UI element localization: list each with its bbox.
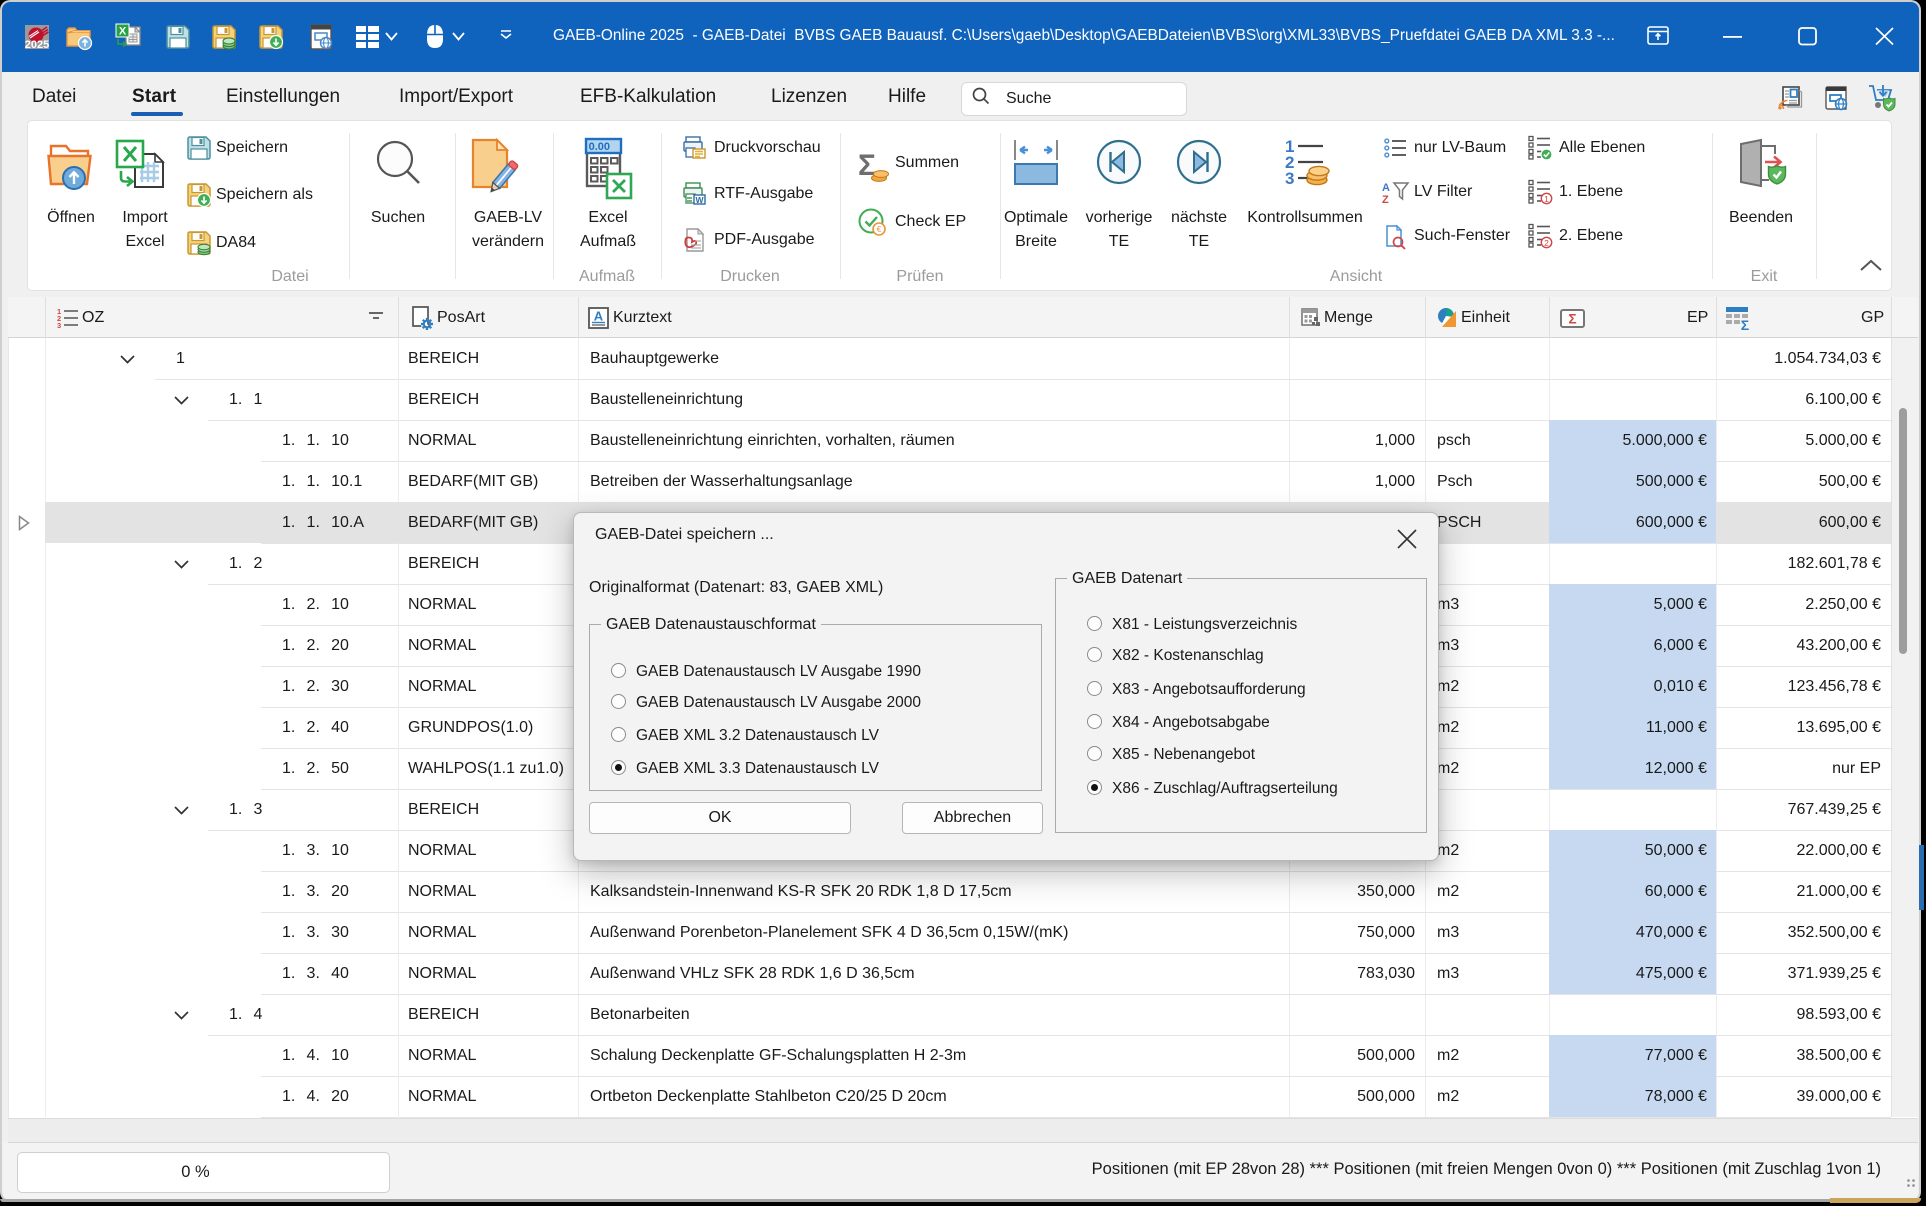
svg-text:3: 3 bbox=[1285, 169, 1294, 188]
svg-text:Z: Z bbox=[1382, 194, 1389, 206]
svg-text:Σ: Σ bbox=[1568, 312, 1576, 327]
svg-text:2025: 2025 bbox=[25, 39, 49, 51]
svg-text:W: W bbox=[695, 195, 704, 205]
svg-text:€: € bbox=[877, 225, 882, 234]
svg-text:A: A bbox=[1382, 182, 1390, 194]
svg-text:3: 3 bbox=[57, 321, 61, 330]
svg-text:Σ: Σ bbox=[1741, 317, 1749, 333]
svg-text:2: 2 bbox=[1544, 238, 1549, 248]
svg-text:1: 1 bbox=[1544, 194, 1549, 204]
svg-text:X: X bbox=[119, 26, 127, 38]
svg-text:A: A bbox=[594, 309, 604, 324]
svg-text:0.00: 0.00 bbox=[589, 141, 610, 153]
